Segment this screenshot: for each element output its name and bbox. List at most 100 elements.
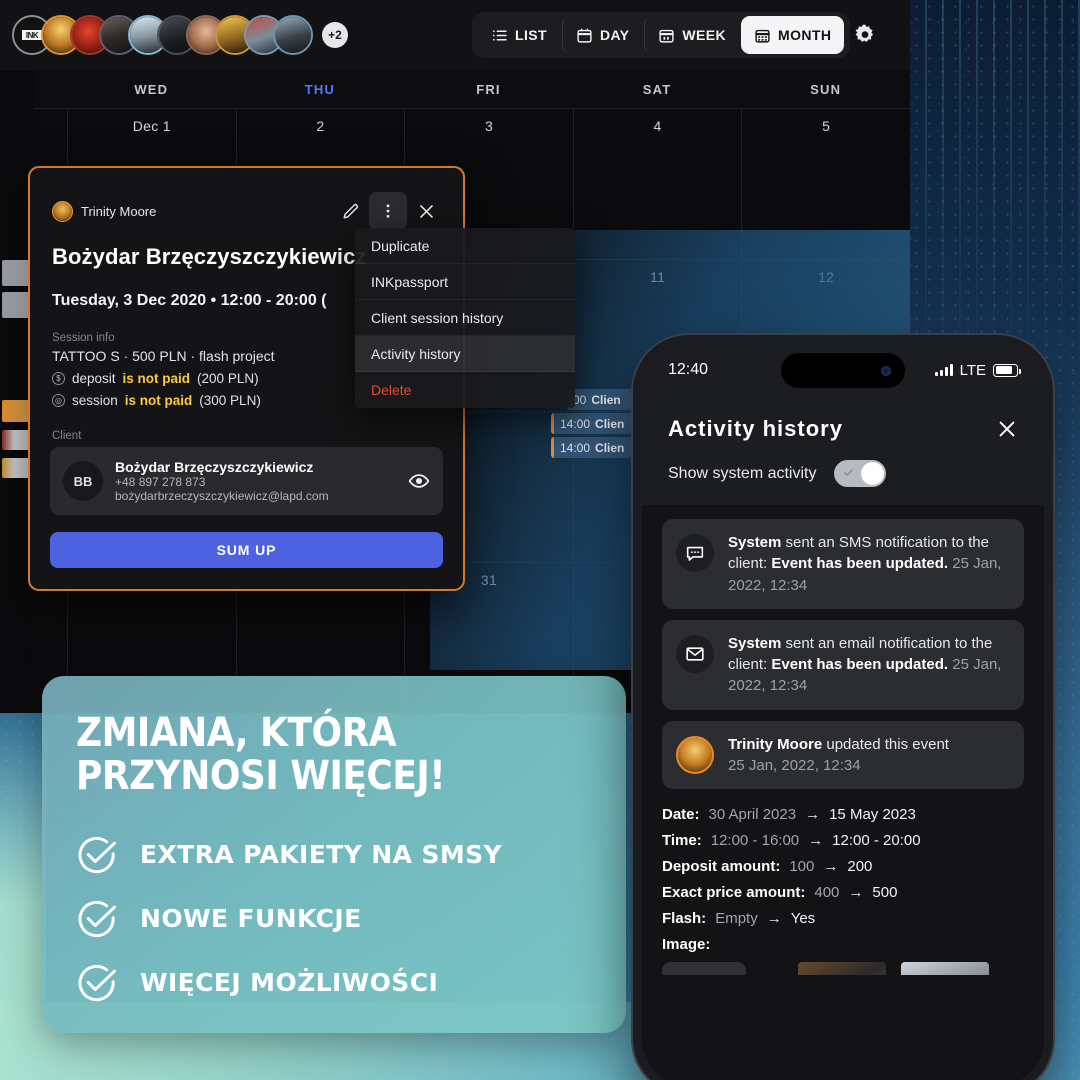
status-right: LTE [934,362,1021,379]
change-row-flash: Flash: Empty → Yes [662,910,1024,927]
phone-screen: 12:40 LTE Activity history Show system a [642,344,1044,1080]
sms-bubble-icon [676,534,714,572]
arrow-icon: → [808,832,824,850]
more-options-button[interactable] [369,192,407,230]
promo-bullet: WIĘCEJ MOŻLIWOŚCI [76,962,592,1004]
day-number: Dec 1 [132,118,171,134]
view-button-list[interactable]: LIST [478,16,560,54]
promo-banner: ZMIANA, KTÓRA PRZYNOSI WIĘCEJ! EXTRA PAK… [42,676,626,1033]
activity-emphasis: Event has been updated. [771,656,949,674]
arrow-icon: → [823,858,839,876]
activity-history-body[interactable]: System sent an SMS notification to the c… [642,505,1044,975]
panel-title: Activity history [668,416,843,441]
show-system-activity-row: Show system activity [668,442,1018,505]
view-button-day[interactable]: DAY [561,16,642,54]
change-old-value: 400 [814,884,840,902]
event-owner: Trinity Moore [52,200,331,222]
activity-item[interactable]: System sent an SMS notification to the c… [662,519,1024,609]
pencil-icon [342,203,358,219]
deposit-status: is not paid [122,371,191,386]
client-card[interactable]: BB Bożydar Brzęczyszczykiewicz +48 897 2… [50,447,443,515]
close-icon[interactable] [996,418,1018,440]
promo-headline-line2: PRZYNOSI WIĘCEJ! [76,752,446,799]
toggle-label: Show system activity [668,464,817,482]
calendar-view-switcher[interactable]: LIST DAY WEEK MONTH [472,12,851,58]
activity-item[interactable]: Trinity Moore updated this event 25 Jan,… [662,720,1024,790]
menu-item-duplicate[interactable]: Duplicate [355,228,575,264]
change-new-value: 200 [847,858,873,876]
weekday-sun: SUN [810,81,842,97]
view-button-label: LIST [515,27,547,43]
session-amount: (300 PLN) [199,393,261,408]
calendar-cell[interactable]: 5 [741,108,910,260]
activity-text: System sent an email notification to the… [728,633,1010,697]
change-new-value: 500 [872,884,898,902]
check-circle-icon [78,964,116,1001]
view-button-month[interactable]: MONTH [741,16,845,54]
arrow-icon: → [848,884,864,902]
close-icon [419,204,433,218]
no-image-placeholder: No image [662,962,746,975]
app-toolbar: INK +2 LIST DAY WEEK MONTH [0,0,910,70]
client-avatar: BB [63,461,103,501]
day-number: 11 [650,269,666,286]
promo-bullet-label: WIĘCEJ MOŻLIWOŚCI [140,968,439,998]
status-time: 12:40 [668,361,709,378]
deposit-prefix: deposit [72,371,116,386]
view-button-week[interactable]: WEEK [644,16,739,54]
change-row-date: Date: 30 April 2023 → 15 May 2023 [662,806,1024,823]
change-key: Exact price amount: [662,884,806,902]
activity-timestamp: 25 Jan, 2022, 12:34 [728,757,861,775]
change-new-value: 15 May 2023 [829,806,916,824]
calendar-month-icon [755,29,770,43]
menu-item-inkpassport[interactable]: INKpassport [355,264,575,300]
weekday-wed: WED [134,81,169,97]
activity-actor: System [728,634,782,652]
arrow-icon: → [805,806,821,824]
calendar-cell[interactable]: 4 [572,108,742,260]
image-thumbnail[interactable] [798,962,886,975]
session-prefix: session [72,393,118,408]
close-button[interactable] [407,192,445,230]
weekday-fri: FRI [476,81,501,97]
client-label: Client [52,430,82,442]
change-key: Deposit amount: [662,858,781,876]
avatar[interactable] [273,15,313,55]
weekday-sat: SAT [642,81,672,97]
activity-item[interactable]: System sent an email notification to the… [662,619,1024,710]
change-key: Time: [662,832,702,850]
avatar-overflow-badge[interactable]: +2 [322,22,348,48]
envelope-icon [676,634,714,673]
artist-avatar-stack[interactable]: INK +2 [12,15,348,55]
promo-headline-line1: ZMIANA, KTÓRA [76,710,397,756]
promo-bullet-label: NOWE FUNKCJE [140,904,362,934]
change-new-value: 12:00 - 20:00 [832,832,921,850]
change-old-value: 12:00 - 16:00 [710,832,800,850]
event-owner-name: Trinity Moore [81,203,157,219]
menu-item-delete[interactable]: Delete [355,372,575,408]
sum-up-button[interactable]: SUM UP [50,532,443,568]
activity-text: Trinity Moore updated this event 25 Jan,… [728,734,949,777]
event-card-header: Trinity Moore [30,168,463,230]
menu-item-client-session-history[interactable]: Client session history [355,300,575,336]
weekday-header: WED THU FRI SAT SUN [0,70,910,108]
image-change-row: No image → [662,962,1024,975]
day-number: 5 [822,118,831,134]
event-time: 14:00 [560,440,591,455]
gear-icon[interactable] [852,22,878,48]
list-icon [492,29,507,41]
client-phone: +48 897 278 873 [115,475,206,489]
front-camera-icon [881,365,891,376]
show-system-activity-toggle[interactable] [834,460,887,487]
signal-bars-icon [934,364,953,376]
promo-bullet-label: EXTRA PAKIETY NA SMSY [140,840,503,870]
menu-item-activity-history[interactable]: Activity history [355,336,575,372]
image-thumbnail[interactable] [901,962,989,975]
edit-button[interactable] [331,192,369,230]
day-number: 4 [653,118,662,134]
eye-icon[interactable] [408,470,430,492]
event-label: Clien [595,440,625,455]
promo-bullet-list: EXTRA PAKIETY NA SMSY NOWE FUNKCJE WIĘCE… [76,834,592,1004]
day-number: 3 [484,118,494,134]
event-label: Clien [595,416,625,431]
